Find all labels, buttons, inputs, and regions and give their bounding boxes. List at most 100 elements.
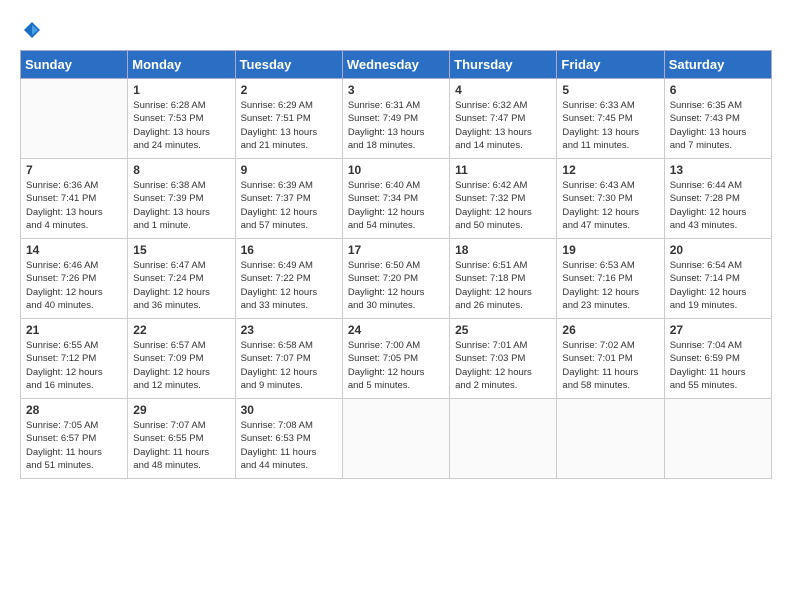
day-info: Sunrise: 6:36 AM Sunset: 7:41 PM Dayligh… (26, 179, 122, 232)
calendar-cell: 9 Sunrise: 6:39 AM Sunset: 7:37 PM Daylig… (235, 159, 342, 239)
day-number: 23 (241, 323, 337, 337)
day-number: 30 (241, 403, 337, 417)
day-number: 18 (455, 243, 551, 257)
day-info: Sunrise: 7:04 AM Sunset: 6:59 PM Dayligh… (670, 339, 766, 392)
weekday-header-monday: Monday (128, 51, 235, 79)
day-number: 15 (133, 243, 229, 257)
day-info: Sunrise: 6:29 AM Sunset: 7:51 PM Dayligh… (241, 99, 337, 152)
day-number: 20 (670, 243, 766, 257)
calendar-cell: 16 Sunrise: 6:49 AM Sunset: 7:22 PM Dayli… (235, 239, 342, 319)
calendar-week-row: 21 Sunrise: 6:55 AM Sunset: 7:12 PM Dayli… (21, 319, 772, 399)
day-info: Sunrise: 6:31 AM Sunset: 7:49 PM Dayligh… (348, 99, 444, 152)
day-number: 16 (241, 243, 337, 257)
day-number: 17 (348, 243, 444, 257)
day-number: 28 (26, 403, 122, 417)
day-info: Sunrise: 7:02 AM Sunset: 7:01 PM Dayligh… (562, 339, 658, 392)
calendar-cell: 26 Sunrise: 7:02 AM Sunset: 7:01 PM Dayli… (557, 319, 664, 399)
calendar-cell: 30 Sunrise: 7:08 AM Sunset: 6:53 PM Dayli… (235, 399, 342, 479)
day-info: Sunrise: 6:33 AM Sunset: 7:45 PM Dayligh… (562, 99, 658, 152)
calendar-cell: 18 Sunrise: 6:51 AM Sunset: 7:18 PM Dayli… (450, 239, 557, 319)
calendar-cell: 21 Sunrise: 6:55 AM Sunset: 7:12 PM Dayli… (21, 319, 128, 399)
calendar-cell: 11 Sunrise: 6:42 AM Sunset: 7:32 PM Dayli… (450, 159, 557, 239)
weekday-header-row: SundayMondayTuesdayWednesdayThursdayFrid… (21, 51, 772, 79)
logo (20, 20, 42, 40)
day-number: 1 (133, 83, 229, 97)
day-number: 13 (670, 163, 766, 177)
calendar-cell: 15 Sunrise: 6:47 AM Sunset: 7:24 PM Dayli… (128, 239, 235, 319)
day-info: Sunrise: 6:57 AM Sunset: 7:09 PM Dayligh… (133, 339, 229, 392)
calendar-cell (664, 399, 771, 479)
calendar-cell: 3 Sunrise: 6:31 AM Sunset: 7:49 PM Daylig… (342, 79, 449, 159)
day-info: Sunrise: 6:53 AM Sunset: 7:16 PM Dayligh… (562, 259, 658, 312)
calendar-cell: 4Sunrise: 6:32 AM Sunset: 7:47 PM Daylig… (450, 79, 557, 159)
day-info: Sunrise: 6:55 AM Sunset: 7:12 PM Dayligh… (26, 339, 122, 392)
day-number: 22 (133, 323, 229, 337)
day-info: Sunrise: 6:28 AM Sunset: 7:53 PM Dayligh… (133, 99, 229, 152)
day-number: 24 (348, 323, 444, 337)
calendar-cell: 7 Sunrise: 6:36 AM Sunset: 7:41 PM Daylig… (21, 159, 128, 239)
day-number: 6 (670, 83, 766, 97)
calendar-cell: 19Sunrise: 6:53 AM Sunset: 7:16 PM Dayli… (557, 239, 664, 319)
calendar-week-row: 7 Sunrise: 6:36 AM Sunset: 7:41 PM Daylig… (21, 159, 772, 239)
day-number: 14 (26, 243, 122, 257)
day-info: Sunrise: 7:00 AM Sunset: 7:05 PM Dayligh… (348, 339, 444, 392)
day-info: Sunrise: 6:50 AM Sunset: 7:20 PM Dayligh… (348, 259, 444, 312)
day-number: 9 (241, 163, 337, 177)
weekday-header-wednesday: Wednesday (342, 51, 449, 79)
calendar-cell: 13 Sunrise: 6:44 AM Sunset: 7:28 PM Dayli… (664, 159, 771, 239)
day-number: 29 (133, 403, 229, 417)
day-info: Sunrise: 6:44 AM Sunset: 7:28 PM Dayligh… (670, 179, 766, 232)
day-info: Sunrise: 6:49 AM Sunset: 7:22 PM Dayligh… (241, 259, 337, 312)
weekday-header-thursday: Thursday (450, 51, 557, 79)
calendar-table: SundayMondayTuesdayWednesdayThursdayFrid… (20, 50, 772, 479)
calendar-cell: 17 Sunrise: 6:50 AM Sunset: 7:20 PM Dayli… (342, 239, 449, 319)
calendar-cell: 24 Sunrise: 7:00 AM Sunset: 7:05 PM Dayli… (342, 319, 449, 399)
calendar-cell: 10 Sunrise: 6:40 AM Sunset: 7:34 PM Dayli… (342, 159, 449, 239)
calendar-cell: 8 Sunrise: 6:38 AM Sunset: 7:39 PM Daylig… (128, 159, 235, 239)
calendar-week-row: 28 Sunrise: 7:05 AM Sunset: 6:57 PM Dayli… (21, 399, 772, 479)
logo-icon (22, 20, 42, 40)
calendar-cell: 5Sunrise: 6:33 AM Sunset: 7:45 PM Daylig… (557, 79, 664, 159)
calendar-cell: 2 Sunrise: 6:29 AM Sunset: 7:51 PM Daylig… (235, 79, 342, 159)
weekday-header-tuesday: Tuesday (235, 51, 342, 79)
calendar-cell (557, 399, 664, 479)
day-number: 10 (348, 163, 444, 177)
calendar-cell: 14 Sunrise: 6:46 AM Sunset: 7:26 PM Dayli… (21, 239, 128, 319)
day-number: 27 (670, 323, 766, 337)
day-number: 12 (562, 163, 658, 177)
calendar-cell: 1 Sunrise: 6:28 AM Sunset: 7:53 PM Daylig… (128, 79, 235, 159)
day-info: Sunrise: 6:51 AM Sunset: 7:18 PM Dayligh… (455, 259, 551, 312)
weekday-header-friday: Friday (557, 51, 664, 79)
day-number: 3 (348, 83, 444, 97)
day-info: Sunrise: 6:46 AM Sunset: 7:26 PM Dayligh… (26, 259, 122, 312)
day-info: Sunrise: 7:08 AM Sunset: 6:53 PM Dayligh… (241, 419, 337, 472)
day-info: Sunrise: 6:43 AM Sunset: 7:30 PM Dayligh… (562, 179, 658, 232)
calendar-cell: 6Sunrise: 6:35 AM Sunset: 7:43 PM Daylig… (664, 79, 771, 159)
day-info: Sunrise: 6:40 AM Sunset: 7:34 PM Dayligh… (348, 179, 444, 232)
day-info: Sunrise: 6:47 AM Sunset: 7:24 PM Dayligh… (133, 259, 229, 312)
day-number: 26 (562, 323, 658, 337)
day-info: Sunrise: 7:01 AM Sunset: 7:03 PM Dayligh… (455, 339, 551, 392)
day-number: 11 (455, 163, 551, 177)
day-number: 4 (455, 83, 551, 97)
calendar-cell: 23 Sunrise: 6:58 AM Sunset: 7:07 PM Dayli… (235, 319, 342, 399)
day-number: 7 (26, 163, 122, 177)
day-info: Sunrise: 7:07 AM Sunset: 6:55 PM Dayligh… (133, 419, 229, 472)
day-info: Sunrise: 6:58 AM Sunset: 7:07 PM Dayligh… (241, 339, 337, 392)
calendar-cell: 12 Sunrise: 6:43 AM Sunset: 7:30 PM Dayli… (557, 159, 664, 239)
calendar-cell: 28 Sunrise: 7:05 AM Sunset: 6:57 PM Dayli… (21, 399, 128, 479)
calendar-cell (450, 399, 557, 479)
day-info: Sunrise: 6:42 AM Sunset: 7:32 PM Dayligh… (455, 179, 551, 232)
calendar-cell: 22 Sunrise: 6:57 AM Sunset: 7:09 PM Dayli… (128, 319, 235, 399)
day-info: Sunrise: 6:38 AM Sunset: 7:39 PM Dayligh… (133, 179, 229, 232)
calendar-cell: 25 Sunrise: 7:01 AM Sunset: 7:03 PM Dayli… (450, 319, 557, 399)
calendar-cell: 29 Sunrise: 7:07 AM Sunset: 6:55 PM Dayli… (128, 399, 235, 479)
page-header (20, 20, 772, 40)
day-info: Sunrise: 6:39 AM Sunset: 7:37 PM Dayligh… (241, 179, 337, 232)
day-number: 8 (133, 163, 229, 177)
day-number: 2 (241, 83, 337, 97)
day-number: 25 (455, 323, 551, 337)
day-number: 21 (26, 323, 122, 337)
day-info: Sunrise: 6:54 AM Sunset: 7:14 PM Dayligh… (670, 259, 766, 312)
day-info: Sunrise: 7:05 AM Sunset: 6:57 PM Dayligh… (26, 419, 122, 472)
